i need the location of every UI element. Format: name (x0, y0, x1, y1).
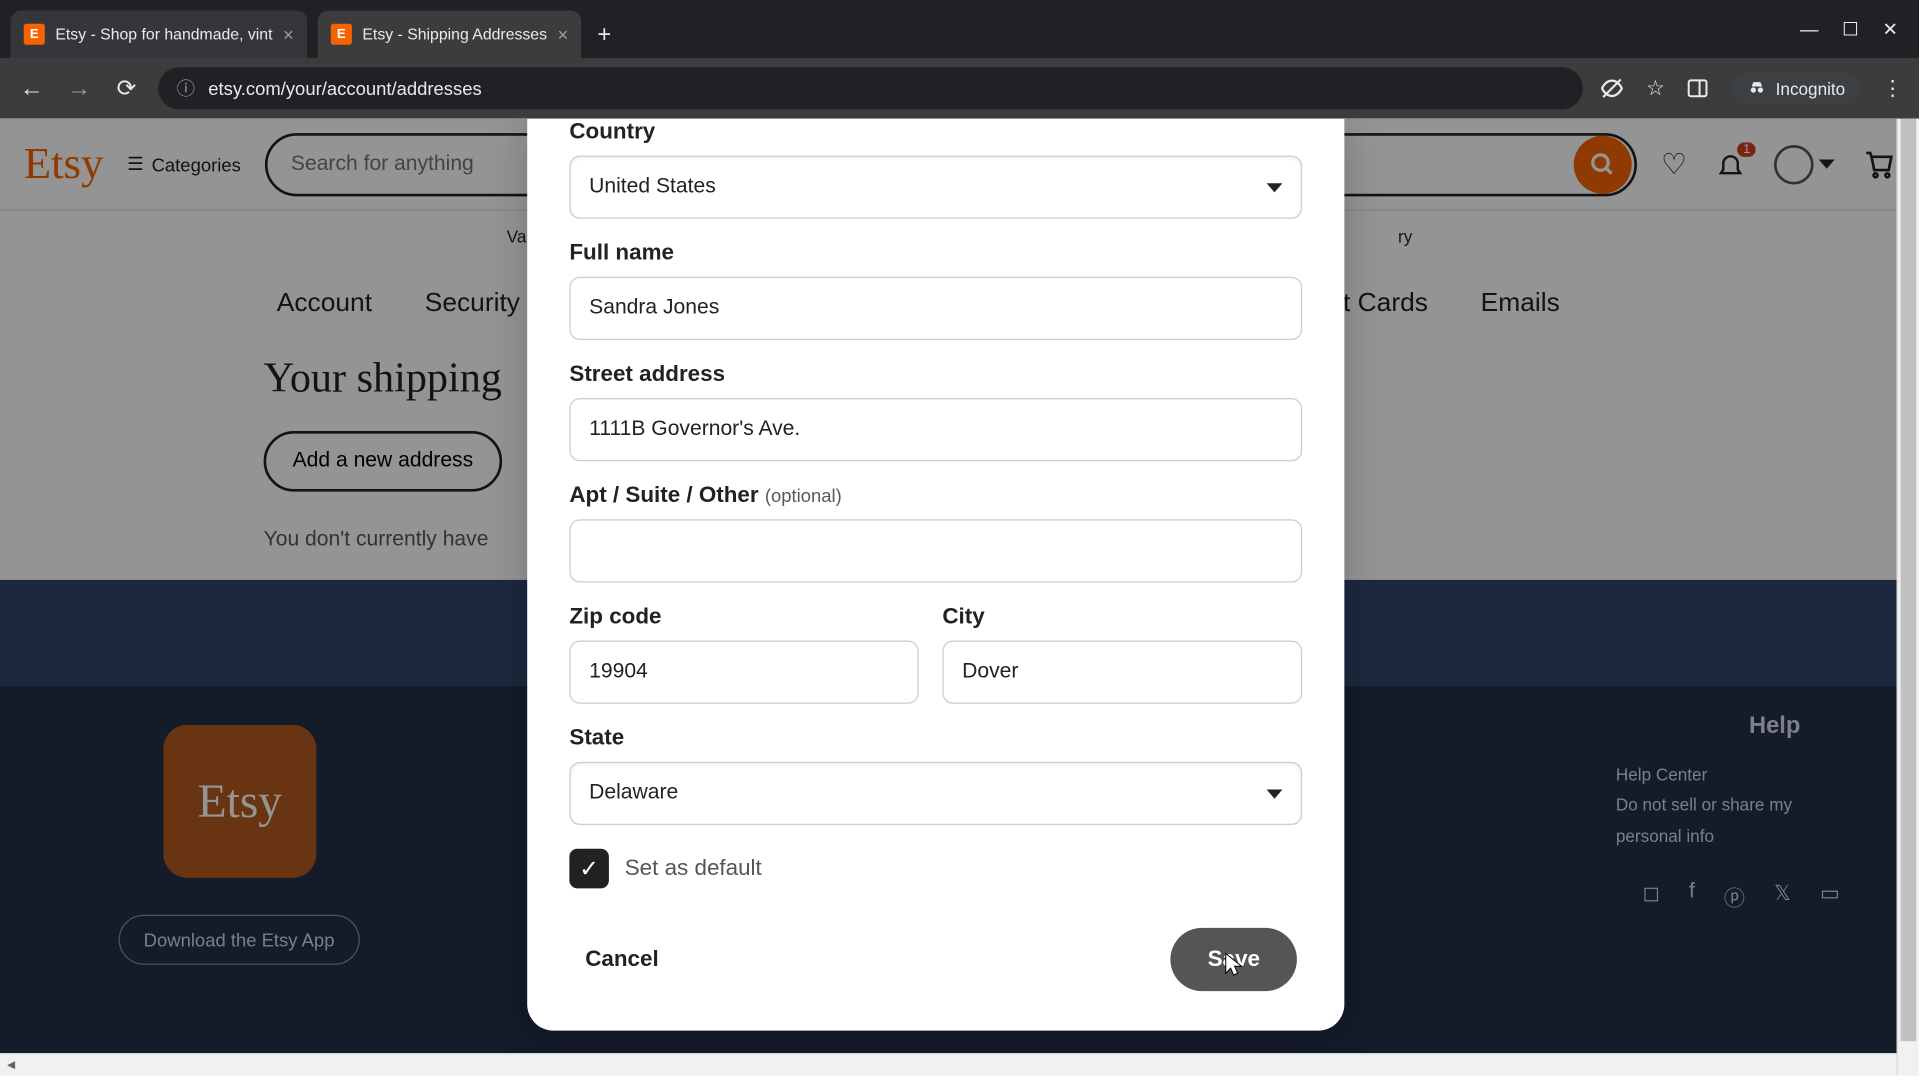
window-controls: ― ☐ ✕ (1800, 18, 1919, 40)
browser-menu-icon[interactable]: ⋮ (1882, 75, 1903, 101)
minimize-icon[interactable]: ― (1800, 18, 1818, 40)
browser-tab-2[interactable]: E Etsy - Shipping Addresses × (318, 11, 582, 58)
close-icon[interactable]: × (283, 24, 294, 45)
close-icon[interactable]: × (558, 24, 569, 45)
forward-button[interactable]: → (63, 74, 95, 102)
zip-input[interactable] (569, 641, 918, 704)
fullname-label: Full name (569, 240, 1302, 266)
tab-title: Etsy - Shipping Addresses (362, 25, 547, 43)
site-info-icon[interactable]: ⓘ (177, 75, 195, 101)
etsy-favicon-icon: E (24, 24, 45, 45)
vertical-scrollbar[interactable] (1897, 119, 1919, 1076)
page-content: Etsy ☰ Categories ♡ 1 (0, 119, 1919, 1076)
incognito-eye-icon[interactable] (1599, 75, 1625, 101)
zip-label: Zip code (569, 604, 918, 630)
tab-title: Etsy - Shop for handmade, vint (55, 25, 272, 43)
bookmark-star-icon[interactable]: ☆ (1646, 75, 1665, 101)
default-checkbox[interactable]: ✓ (569, 849, 609, 889)
city-input[interactable] (942, 641, 1302, 704)
new-tab-button[interactable]: + (597, 20, 611, 48)
etsy-favicon-icon: E (331, 24, 352, 45)
incognito-badge[interactable]: Incognito (1731, 72, 1861, 104)
browser-tab-strip: E Etsy - Shop for handmade, vint × E Ets… (0, 0, 1919, 58)
state-select[interactable]: Delaware (569, 762, 1302, 825)
default-checkbox-label: Set as default (625, 855, 762, 881)
street-label: Street address (569, 361, 1302, 387)
maximize-icon[interactable]: ☐ (1842, 18, 1859, 40)
back-button[interactable]: ← (16, 74, 48, 102)
browser-tab-1[interactable]: E Etsy - Shop for handmade, vint × (11, 11, 307, 58)
cancel-button[interactable]: Cancel (575, 933, 670, 986)
chevron-down-icon (1267, 183, 1283, 192)
reload-button[interactable]: ⟳ (111, 74, 143, 102)
street-input[interactable] (569, 398, 1302, 461)
close-window-icon[interactable]: ✕ (1882, 18, 1897, 40)
country-select[interactable]: United States (569, 156, 1302, 219)
state-label: State (569, 725, 1302, 751)
save-button[interactable]: Save (1171, 928, 1297, 991)
scroll-left-icon[interactable]: ◄ (0, 1058, 22, 1072)
side-panel-icon[interactable] (1686, 76, 1710, 100)
address-modal: Country United States Full name Street a… (527, 119, 1344, 1031)
horizontal-scrollbar[interactable]: ◄ (0, 1053, 1897, 1075)
fullname-input[interactable] (569, 277, 1302, 340)
address-bar[interactable]: ⓘ etsy.com/your/account/addresses (158, 67, 1583, 109)
chevron-down-icon (1267, 789, 1283, 798)
city-label: City (942, 604, 1302, 630)
country-label: Country (569, 119, 1302, 145)
apt-label: Apt / Suite / Other (optional) (569, 482, 1302, 508)
browser-toolbar: ← → ⟳ ⓘ etsy.com/your/account/addresses … (0, 58, 1919, 119)
url-text: etsy.com/your/account/addresses (208, 78, 482, 99)
apt-input[interactable] (569, 519, 1302, 582)
